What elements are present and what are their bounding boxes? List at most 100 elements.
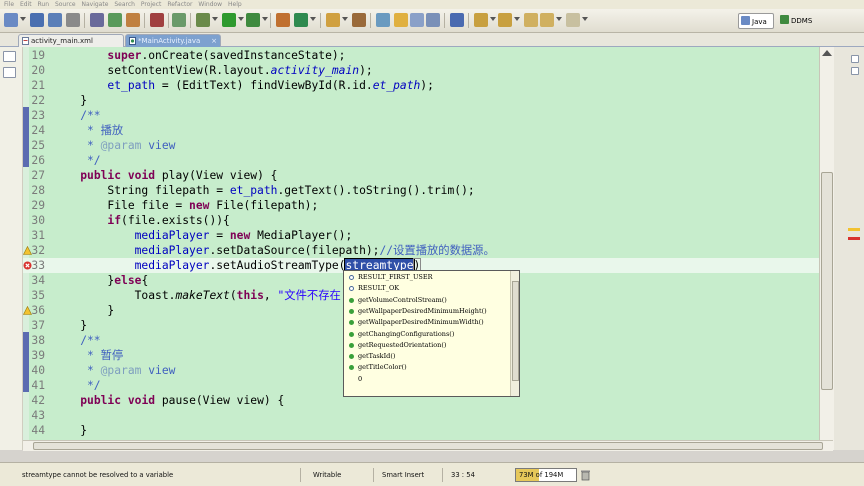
last-edit-icon[interactable]: [566, 13, 580, 27]
open-type-icon[interactable]: [326, 13, 340, 27]
run-dropdown-icon[interactable]: [238, 17, 244, 21]
pin-editor-icon[interactable]: [450, 13, 464, 27]
completion-item[interactable]: getTaskId(): [344, 351, 510, 362]
method-icon: [349, 354, 354, 360]
line-number: 20: [31, 64, 45, 77]
java-perspective-button[interactable]: Java: [738, 13, 774, 29]
completion-item[interactable]: getRequestedOrientation(): [344, 340, 510, 351]
garbage-collect-icon[interactable]: [580, 469, 591, 481]
error-marker[interactable]: [848, 237, 860, 240]
menu-project[interactable]: Project: [141, 0, 162, 9]
avd-manager-icon[interactable]: [108, 13, 122, 27]
save-icon[interactable]: [30, 13, 44, 27]
scroll-up-icon[interactable]: [822, 50, 832, 56]
content-assist-popup[interactable]: RESULT_FIRST_USER RESULT_OK getVolumeCon…: [343, 270, 520, 397]
next-dropdown-icon[interactable]: [490, 17, 496, 21]
forward-dropdown-icon[interactable]: [556, 17, 562, 21]
debug-icon[interactable]: [172, 13, 186, 27]
line-code: }: [53, 94, 88, 107]
scrollbar-thumb[interactable]: [33, 442, 823, 450]
new-android-project-icon[interactable]: [150, 13, 164, 27]
toolbar-separator: [444, 13, 445, 28]
new-dropdown-icon[interactable]: [20, 17, 26, 21]
line-code: public void pause(View view) {: [80, 394, 285, 407]
tab-main-activity-java[interactable]: *MainActivity.java ×: [125, 34, 221, 47]
code-line: 25 * @param view: [23, 138, 819, 153]
outline-view-icon[interactable]: [851, 55, 859, 63]
run-icon[interactable]: [222, 13, 236, 27]
line-code: */: [53, 379, 101, 392]
next-edit-icon[interactable]: [474, 13, 488, 27]
ddms-perspective-icon: [780, 15, 789, 24]
line-number: 23: [31, 109, 45, 122]
completion-item[interactable]: getTitleColor(): [344, 362, 510, 373]
status-writable: Writable: [313, 471, 342, 479]
previous-edit-icon[interactable]: [498, 13, 512, 27]
completion-item[interactable]: RESULT_FIRST_USER: [344, 272, 510, 283]
code-line: 21 et_path = (EditText) findViewById(R.i…: [23, 78, 819, 93]
line-code: }: [53, 424, 88, 437]
save-all-icon[interactable]: [48, 13, 62, 27]
back-arrow-icon[interactable]: [524, 13, 538, 27]
editor-vertical-scrollbar[interactable]: [819, 47, 834, 450]
completion-item[interactable]: getWallpaperDesiredMinimumWidth(): [344, 317, 510, 328]
menu-refactor[interactable]: Refactor: [167, 0, 192, 9]
android-sdk-icon[interactable]: [90, 13, 104, 27]
bug-icon[interactable]: [196, 13, 210, 27]
show-whitespace-icon[interactable]: [426, 13, 440, 27]
status-separator: [373, 468, 374, 482]
new-file-icon[interactable]: [4, 13, 18, 27]
new-class-icon[interactable]: [294, 13, 308, 27]
menu-file[interactable]: File: [4, 0, 14, 9]
menu-source[interactable]: Source: [55, 0, 76, 9]
class-dropdown-icon[interactable]: [310, 17, 316, 21]
menu-run[interactable]: Run: [38, 0, 50, 9]
run-external-icon[interactable]: [246, 13, 260, 27]
menu-navigate[interactable]: Navigate: [81, 0, 108, 9]
line-number: 28: [31, 184, 45, 197]
status-separator: [300, 468, 301, 482]
completion-item[interactable]: 0: [344, 374, 510, 385]
new-package-icon[interactable]: [276, 13, 290, 27]
debug-dropdown-icon[interactable]: [212, 17, 218, 21]
package-explorer-icon[interactable]: [3, 67, 16, 78]
line-number: 19: [31, 49, 45, 62]
menu-help[interactable]: Help: [228, 0, 242, 9]
completion-label: getTitleColor(): [358, 363, 407, 372]
heap-status[interactable]: 73M of 194M: [515, 468, 577, 482]
scrollbar-thumb[interactable]: [821, 172, 833, 390]
task-list-icon[interactable]: [851, 67, 859, 75]
restore-view-icon[interactable]: [3, 51, 16, 62]
completion-label: RESULT_FIRST_USER: [358, 273, 433, 281]
code-line: 32 mediaPlayer.setDataSource(filepath);/…: [23, 243, 819, 258]
editor-horizontal-scrollbar[interactable]: [23, 440, 833, 451]
ddms-perspective-button[interactable]: DDMS: [778, 13, 820, 29]
line-number: 36: [31, 304, 45, 317]
tab-activity-main-xml[interactable]: activity_main.xml: [18, 34, 124, 47]
forward-arrow-icon[interactable]: [540, 13, 554, 27]
menu-search[interactable]: Search: [114, 0, 135, 9]
warning-marker[interactable]: [848, 228, 860, 231]
completion-item[interactable]: getVolumeControlStream(): [344, 295, 510, 306]
search-icon[interactable]: [352, 13, 366, 27]
scrollbar-thumb[interactable]: [512, 281, 519, 381]
print-icon[interactable]: [66, 13, 80, 27]
completion-item[interactable]: getChangingConfigurations(): [344, 329, 510, 340]
toolbar-separator: [270, 13, 271, 28]
toggle-block-icon[interactable]: [410, 13, 424, 27]
previous-dropdown-icon[interactable]: [514, 17, 520, 21]
menu-window[interactable]: Window: [198, 0, 222, 9]
last-edit-dropdown-icon[interactable]: [582, 17, 588, 21]
line-number: 25: [31, 139, 45, 152]
toggle-mark-occurrences-icon[interactable]: [394, 13, 408, 27]
menu-edit[interactable]: Edit: [20, 0, 32, 9]
next-annotation-icon[interactable]: [376, 13, 390, 27]
open-type-dropdown-icon[interactable]: [342, 17, 348, 21]
completion-scrollbar[interactable]: [510, 271, 519, 396]
method-icon: [349, 331, 354, 337]
external-dropdown-icon[interactable]: [262, 17, 268, 21]
close-icon[interactable]: ×: [211, 35, 217, 47]
completion-item[interactable]: getWallpaperDesiredMinimumHeight(): [344, 306, 510, 317]
completion-item[interactable]: RESULT_OK: [344, 283, 510, 294]
lint-icon[interactable]: [126, 13, 140, 27]
